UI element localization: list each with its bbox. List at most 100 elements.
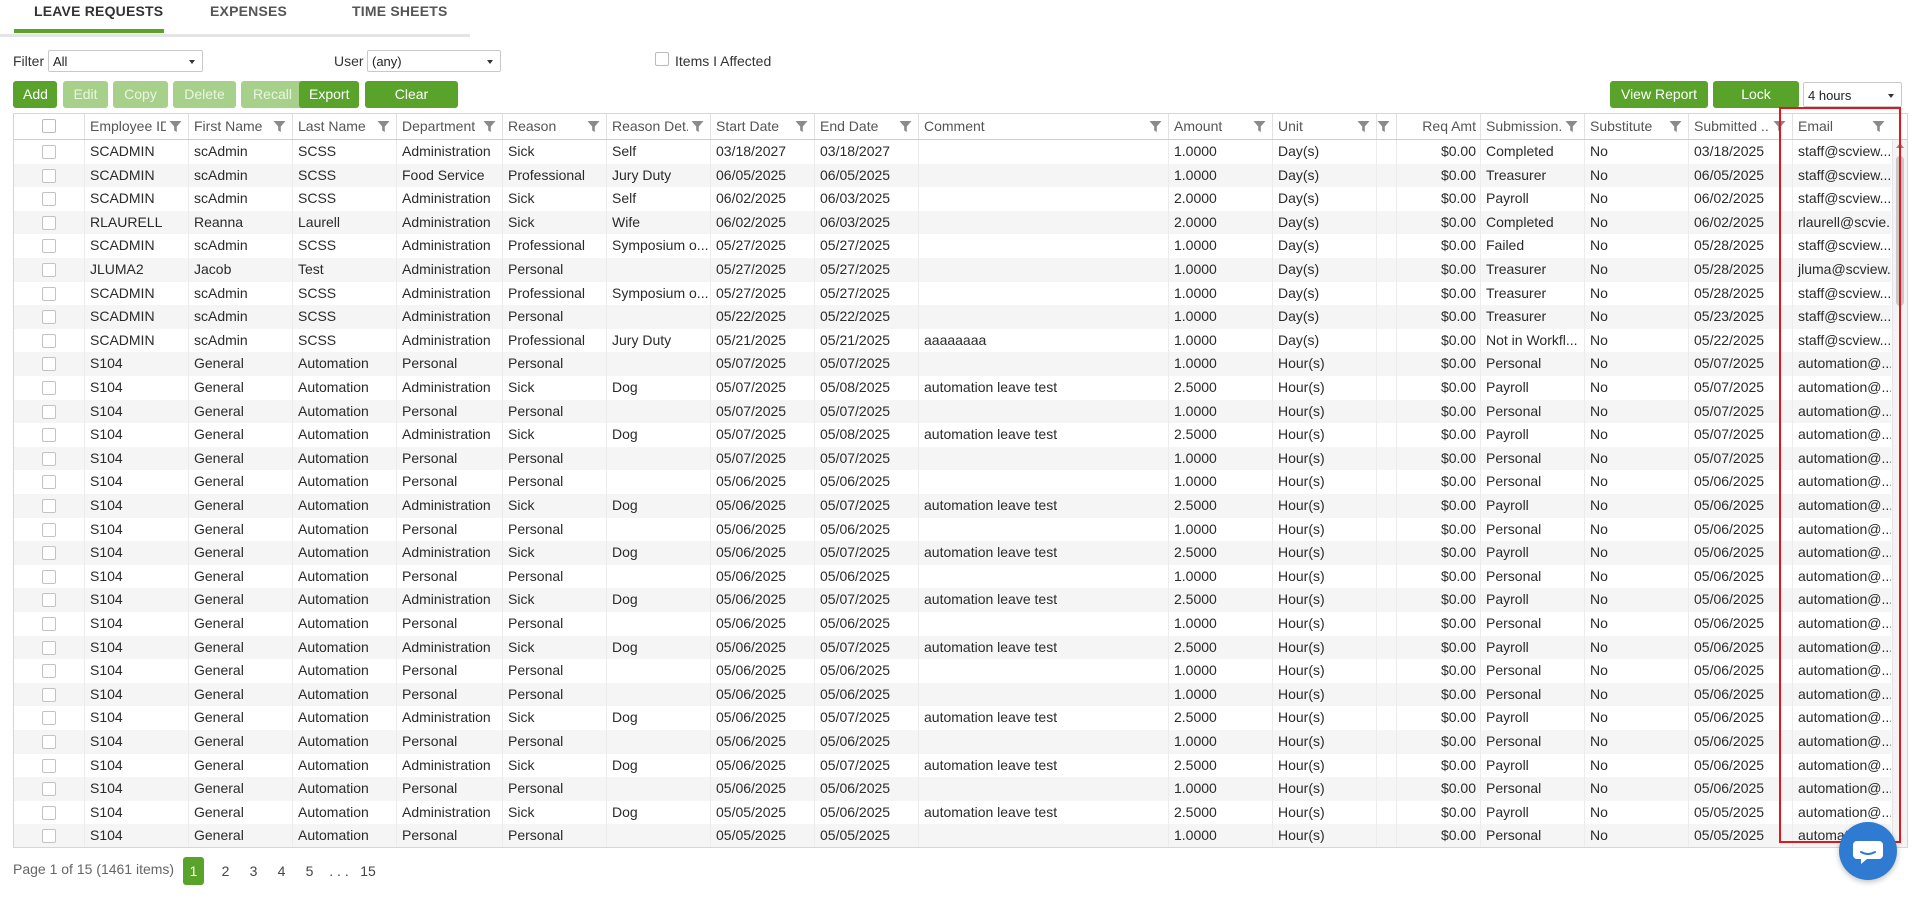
row-checkbox[interactable] [42,357,56,372]
col-end-date-header[interactable]: End Date [814,114,918,139]
table-row[interactable]: JLUMA2 Jacob Test Administration Personal 05/… [14,258,1891,282]
table-row[interactable]: S104 General Automation Personal Personal 05/… [14,777,1891,801]
table-row[interactable]: S104 General Automation Administration Sick D… [14,376,1891,400]
table-row[interactable]: S104 General Automation Personal Personal 05/… [14,446,1891,471]
row-checkbox[interactable] [42,499,56,513]
row-checkbox[interactable] [42,145,56,159]
col-amount-header[interactable]: Amount [1168,114,1272,139]
row-checkbox[interactable] [42,239,56,254]
col-reason-details-header[interactable]: Reason Det... [606,114,710,139]
row-checkbox[interactable] [42,735,56,749]
row-checkbox[interactable] [42,546,56,561]
table-row[interactable]: S104 General Automation Personal Personal 05/… [14,824,1891,847]
col-start-date-header[interactable]: Start Date [710,114,814,139]
table-row[interactable]: SCADMIN scAdmin SCSS Administration Professi… [14,234,1891,258]
funnel-icon[interactable] [899,120,912,133]
col-submission-header[interactable]: Submission... [1480,114,1584,139]
row-checkbox[interactable] [42,381,56,395]
col-substitute-header[interactable]: Substitute [1584,114,1688,139]
table-row[interactable]: S104 General Automation Administration Sick D… [14,494,1891,518]
edit-button[interactable]: Edit [63,81,108,108]
table-row[interactable]: SCADMIN scAdmin SCSS Administration Sick Self… [14,140,1891,164]
table-row[interactable]: S104 General Automation Administration Sick D… [14,588,1891,612]
funnel-icon[interactable] [1565,120,1578,133]
row-checkbox[interactable] [42,215,56,230]
table-row[interactable]: S104 General Automation Personal Personal 05/… [14,564,1891,589]
table-row[interactable]: S104 General Automation Personal Personal 05/… [14,682,1891,707]
page-4-button[interactable]: 4 [271,857,292,885]
recall-button[interactable]: Recall [241,81,304,108]
page-5-button[interactable]: 5 [299,857,320,885]
page-3-button[interactable]: 3 [243,857,264,885]
chat-launcher-button[interactable] [1839,822,1897,880]
add-button[interactable]: Add [13,81,57,108]
table-row[interactable]: S104 General Automation Administration Sick D… [14,541,1891,565]
export-button[interactable]: Export [299,81,359,108]
row-checkbox[interactable] [42,664,56,679]
funnel-icon[interactable] [1357,120,1370,133]
funnel-icon[interactable] [1377,120,1390,133]
table-row[interactable]: S104 General Automation Personal Personal 05/… [14,517,1891,542]
funnel-icon[interactable] [273,120,286,133]
funnel-icon[interactable] [1669,120,1682,133]
tab-expenses[interactable]: EXPENSES [210,3,287,19]
delete-button[interactable]: Delete [173,81,236,108]
funnel-icon[interactable] [1253,120,1266,133]
hours-select[interactable]: 4 hours [1803,82,1902,107]
copy-button[interactable]: Copy [113,81,168,108]
row-checkbox[interactable] [42,687,56,702]
col-extra-header[interactable] [1376,114,1396,139]
col-first-name-header[interactable]: First Name [188,114,292,139]
table-row[interactable]: RLAURELL Reanna Laurell Administration Sick W… [14,210,1891,235]
row-checkbox[interactable] [42,569,56,584]
col-last-name-header[interactable]: Last Name [292,114,396,139]
funnel-icon[interactable] [1773,120,1786,133]
scrollbar-thumb[interactable] [1896,156,1904,306]
select-all-checkbox[interactable] [42,119,56,133]
lock-usps-button[interactable]: Lock USPS [1713,81,1799,129]
table-row[interactable]: S104 General Automation Administration Sick D… [14,800,1891,825]
table-row[interactable]: S104 General Automation Personal Personal 05/… [14,352,1891,376]
table-row[interactable]: S104 General Automation Administration Sick D… [14,753,1891,778]
row-checkbox[interactable] [42,782,56,797]
row-checkbox[interactable] [42,617,56,631]
row-checkbox[interactable] [42,475,56,490]
col-reason-header[interactable]: Reason [502,114,606,139]
row-checkbox[interactable] [42,263,56,277]
row-checkbox[interactable] [42,168,56,183]
row-checkbox[interactable] [42,522,56,537]
funnel-icon[interactable] [377,120,390,133]
table-row[interactable]: SCADMIN scAdmin SCSS Administration Professi… [14,328,1891,353]
funnel-icon[interactable] [587,120,600,133]
filter-select[interactable]: All [48,50,203,72]
row-checkbox[interactable] [42,711,56,726]
page-15-button[interactable]: 15 [354,857,382,885]
col-comment-header[interactable]: Comment [918,114,1168,139]
table-row[interactable]: S104 General Automation Personal Personal 05/… [14,730,1891,754]
table-row[interactable]: SCADMIN scAdmin SCSS Administration Sick Self… [14,187,1891,211]
col-email-header[interactable]: Email [1792,114,1891,139]
row-checkbox[interactable] [42,286,56,301]
row-checkbox[interactable] [42,310,56,325]
row-checkbox[interactable] [42,333,56,348]
row-checkbox[interactable] [42,192,56,207]
page-1-button[interactable]: 1 [183,857,204,885]
funnel-icon[interactable] [169,120,182,133]
table-row[interactable]: SCADMIN scAdmin SCSS Food Service Profession… [14,163,1891,188]
table-row[interactable]: S104 General Automation Administration Sick D… [14,706,1891,730]
funnel-icon[interactable] [795,120,808,133]
clear-filters-button[interactable]: Clear Filters [365,81,458,129]
row-checkbox[interactable] [42,829,56,844]
table-row[interactable]: S104 General Automation Administration Sick D… [14,635,1891,660]
col-employee-id-header[interactable]: Employee ID [84,114,188,139]
funnel-icon[interactable] [1149,120,1162,133]
funnel-icon[interactable] [483,120,496,133]
items-affected-checkbox[interactable] [655,52,669,66]
table-row[interactable]: S104 General Automation Personal Personal 05/… [14,399,1891,424]
view-report-button[interactable]: View Report [1610,81,1708,108]
tab-time-sheets[interactable]: TIME SHEETS [352,3,448,19]
col-unit-header[interactable]: Unit [1272,114,1376,139]
table-row[interactable]: S104 General Automation Administration Sick D… [14,423,1891,447]
user-select[interactable]: (any) [367,50,501,72]
page-2-button[interactable]: 2 [215,857,236,885]
